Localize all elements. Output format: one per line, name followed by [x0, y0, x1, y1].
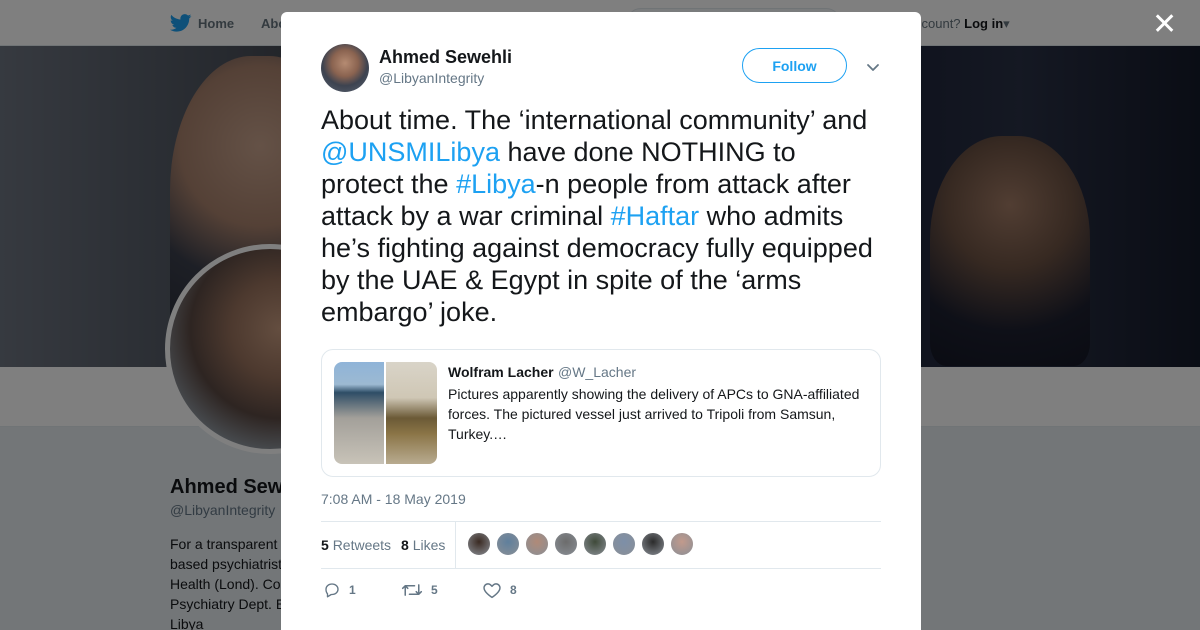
heart-icon [483, 583, 501, 599]
reply-action[interactable]: 1 [323, 581, 356, 599]
retweets-label: Retweets [332, 537, 392, 553]
liker-avatars [467, 532, 694, 556]
likes-count: 8 [401, 537, 409, 553]
author-name[interactable]: Ahmed Sewehli [379, 47, 512, 68]
tweet-text: About time. The ‘international community… [321, 104, 881, 328]
chevron-down-icon[interactable] [865, 59, 881, 75]
likes-stat[interactable]: 8 Likes [401, 537, 445, 553]
quoted-tweet-media [334, 362, 437, 464]
retweets-count: 5 [321, 537, 329, 553]
like-action[interactable]: 8 [482, 581, 517, 599]
tweet-timestamp[interactable]: 7:08 AM - 18 May 2019 [321, 491, 466, 507]
liker-avatar[interactable] [525, 532, 549, 556]
retweet-count: 5 [431, 583, 438, 597]
retweet-action[interactable]: 5 [401, 581, 438, 599]
liker-avatar[interactable] [583, 532, 607, 556]
liker-avatar[interactable] [496, 532, 520, 556]
divider [321, 521, 881, 522]
quoted-tweet-text: Pictures apparently showing the delivery… [448, 386, 860, 442]
hashtag-link[interactable]: #Libya [456, 169, 536, 199]
quoted-tweet-card[interactable]: Wolfram Lacher @W_Lacher Pictures appare… [321, 349, 881, 477]
reply-count: 1 [349, 583, 356, 597]
retweets-stat[interactable]: 5 Retweets [321, 537, 391, 553]
tweet-modal: Ahmed Sewehli @LibyanIntegrity Follow Ab… [281, 12, 921, 630]
reply-icon [325, 583, 339, 598]
author-handle[interactable]: @LibyanIntegrity [379, 70, 484, 86]
liker-avatar[interactable] [670, 532, 694, 556]
likes-label: Likes [412, 537, 446, 553]
quoted-author-handle: @W_Lacher [558, 364, 637, 380]
like-count: 8 [510, 583, 517, 597]
liker-avatar[interactable] [554, 532, 578, 556]
divider [455, 522, 456, 568]
author-avatar[interactable] [321, 44, 369, 92]
hashtag-link[interactable]: #Haftar [611, 201, 700, 231]
quoted-image-vehicles [386, 362, 437, 464]
liker-avatar[interactable] [612, 532, 636, 556]
mention-link[interactable]: @UNSMILibya [321, 137, 500, 167]
quoted-author-name: Wolfram Lacher [448, 364, 554, 380]
liker-avatar[interactable] [467, 532, 491, 556]
liker-avatar[interactable] [641, 532, 665, 556]
divider [321, 568, 881, 569]
quoted-image-ship [334, 362, 384, 464]
tweet-text-segment: About time. The ‘international community… [321, 105, 868, 135]
follow-button[interactable]: Follow [742, 48, 847, 83]
close-icon[interactable]: ✕ [1152, 10, 1177, 40]
retweet-icon [401, 584, 423, 596]
